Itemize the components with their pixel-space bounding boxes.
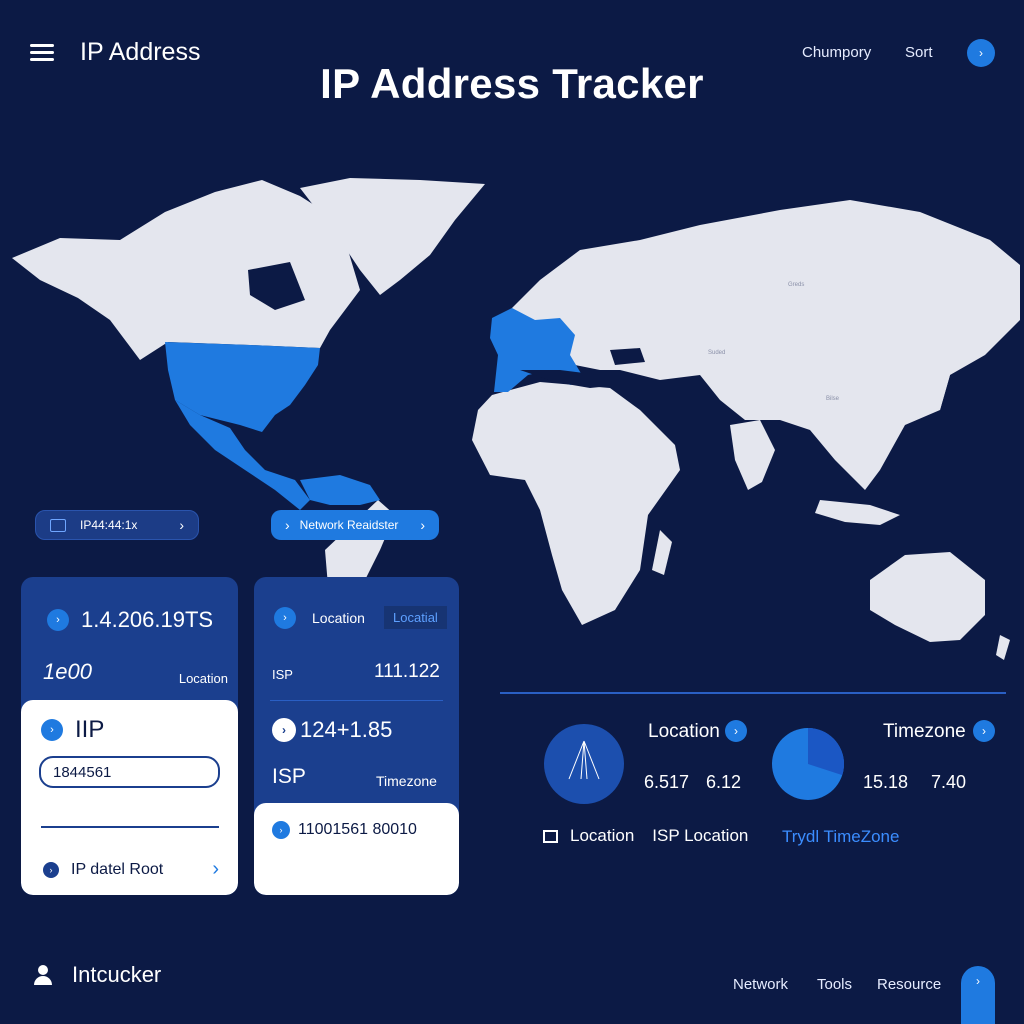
list-icon (50, 518, 66, 532)
map-madagascar (652, 530, 672, 575)
chevron-right-icon: › (272, 718, 296, 742)
timezone-pie-chart (772, 728, 844, 800)
map-sea-islands (815, 500, 900, 525)
isp-big-label: ISP (272, 765, 306, 788)
legend-location: Location (570, 826, 635, 845)
stats-divider (500, 692, 1006, 694)
timezone-label: Timezone (376, 773, 437, 789)
chevron-right-icon: › (285, 517, 290, 533)
chevron-right-icon: › (982, 724, 986, 738)
network-pill-label: Network Reaidster (299, 518, 399, 532)
location-value-2: 6.12 (706, 772, 742, 792)
ip-value: 1.4.206.19TS (81, 607, 214, 632)
footer-link-network[interactable]: Network (733, 976, 788, 993)
chevron-right-icon: › (272, 821, 290, 839)
chevron-right-icon: › (976, 974, 980, 988)
timezone-link[interactable]: Trydl TimeZone (782, 827, 899, 847)
timezone-value-1: 15.18 (863, 772, 909, 792)
isp-value: 111.122 (374, 661, 440, 682)
page-title: IP Address Tracker (320, 60, 704, 107)
network-register-button[interactable]: › Network Reaidster › (271, 510, 439, 540)
map-label: Bilse (826, 396, 840, 402)
location-value-1: 6.517 (644, 772, 690, 792)
map-south-america-north-highlight (300, 475, 380, 505)
section-title: IIP (75, 716, 105, 743)
footer-link-tools[interactable]: Tools (817, 976, 852, 993)
footer-link-resource[interactable]: Resource (877, 976, 941, 993)
legend-isp-location: ISP Location (652, 826, 749, 845)
map-label: Greds (788, 282, 804, 288)
big-value: 124+1.85 (300, 717, 393, 742)
count-value: 1e00 (43, 659, 92, 684)
chevron-right-icon: › (979, 46, 983, 60)
location-info-button[interactable]: › (725, 720, 747, 742)
map-africa (472, 382, 680, 625)
footer-value: 11001561 80010 (298, 821, 417, 838)
ip-detail-route-link[interactable]: › IP datel Root › (43, 858, 219, 881)
map-label: Suded (708, 350, 725, 356)
chevron-right-icon: › (43, 861, 59, 878)
table-icon (543, 829, 558, 843)
chevron-right-icon: › (47, 609, 69, 631)
nav-link-sort[interactable]: Sort (905, 44, 933, 61)
timezone-stat-title: Timezone (883, 721, 966, 742)
timezone-info-button[interactable]: › (973, 720, 995, 742)
ip-pill-button[interactable]: IP44:44:1x › (35, 510, 199, 540)
ip-input-field[interactable]: 1844561 (39, 756, 220, 788)
location-card: › Location Locatial ISP 111.122 › 124+1.… (254, 577, 459, 895)
map-new-zealand (996, 635, 1010, 660)
ip-pill-label: IP44:44:1x (80, 518, 138, 532)
chevron-right-icon: › (179, 517, 184, 533)
chevron-right-icon: › (41, 719, 63, 741)
chevron-right-icon: › (420, 517, 425, 533)
chevron-right-icon: › (734, 724, 738, 738)
footer-user-label: Intcucker (72, 962, 162, 987)
map-india (730, 420, 775, 490)
location-badge[interactable]: Locatial (384, 606, 447, 629)
divider (41, 826, 219, 828)
ip-card: › 1.4.206.19TS 1e00 Location › IIP 18445… (21, 577, 238, 895)
nav-link-chumpory[interactable]: Chumpory (802, 44, 871, 61)
isp-label: ISP (272, 667, 293, 682)
location-label: Location (312, 610, 365, 626)
timezone-value-2: 7.40 (931, 772, 967, 792)
scroll-top-button[interactable]: › (961, 966, 995, 1024)
chevron-right-icon: › (274, 607, 296, 629)
chevron-right-icon: › (212, 858, 219, 880)
location-label: Location (178, 671, 228, 686)
header-action-button[interactable]: › (967, 39, 995, 67)
user-icon (34, 965, 52, 985)
location-gauge-chart (544, 724, 624, 804)
map-australia (870, 552, 985, 642)
divider (270, 700, 443, 701)
location-stat-title: Location (648, 721, 720, 742)
map-black-sea (610, 348, 645, 365)
ip-detail-route-label: IP datel Root (71, 860, 164, 878)
map-north-america-north (12, 180, 360, 360)
